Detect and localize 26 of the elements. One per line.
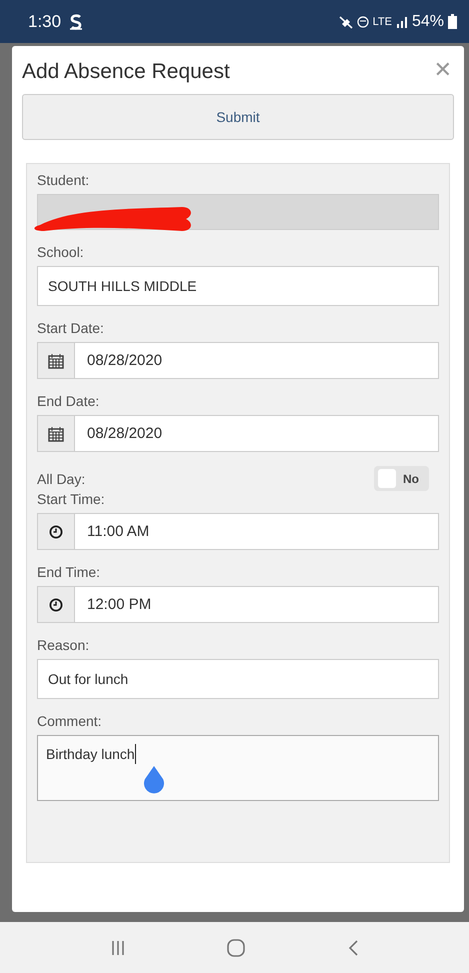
field-label: Reason: — [37, 637, 90, 653]
field-label: Student: — [37, 172, 90, 188]
recent-apps-icon[interactable] — [110, 940, 124, 956]
volte-icon — [356, 16, 369, 28]
home-icon[interactable] — [226, 938, 246, 958]
battery-level: 54% — [412, 12, 444, 30]
comment-field[interactable]: Birthday lunch — [37, 735, 439, 801]
field-label: End Date: — [37, 393, 100, 409]
submit-button[interactable]: Submit — [22, 94, 454, 140]
field-label: Start Time: — [37, 491, 106, 507]
app-logo-icon — [69, 14, 84, 30]
clock-time: 1:30 — [28, 12, 62, 32]
field-label: End Time: — [37, 564, 102, 580]
signal-icon — [396, 16, 408, 28]
input-field[interactable]: SOUTH HILLS MIDDLE — [37, 266, 439, 306]
back-icon[interactable] — [346, 938, 358, 956]
battery-icon — [448, 14, 457, 29]
network-type: LTE — [372, 16, 392, 28]
cursor-handle-icon[interactable] — [142, 766, 166, 796]
field-label: Comment: — [37, 713, 103, 729]
field-label: School: — [37, 244, 85, 260]
dialog-title: Add Absence Request — [22, 59, 230, 84]
field-label: Start Date: — [37, 320, 105, 336]
input-field[interactable]: Out for lunch — [37, 659, 439, 699]
field-label: All Day: — [37, 470, 86, 486]
toggle-switch[interactable]: No — [374, 466, 429, 491]
